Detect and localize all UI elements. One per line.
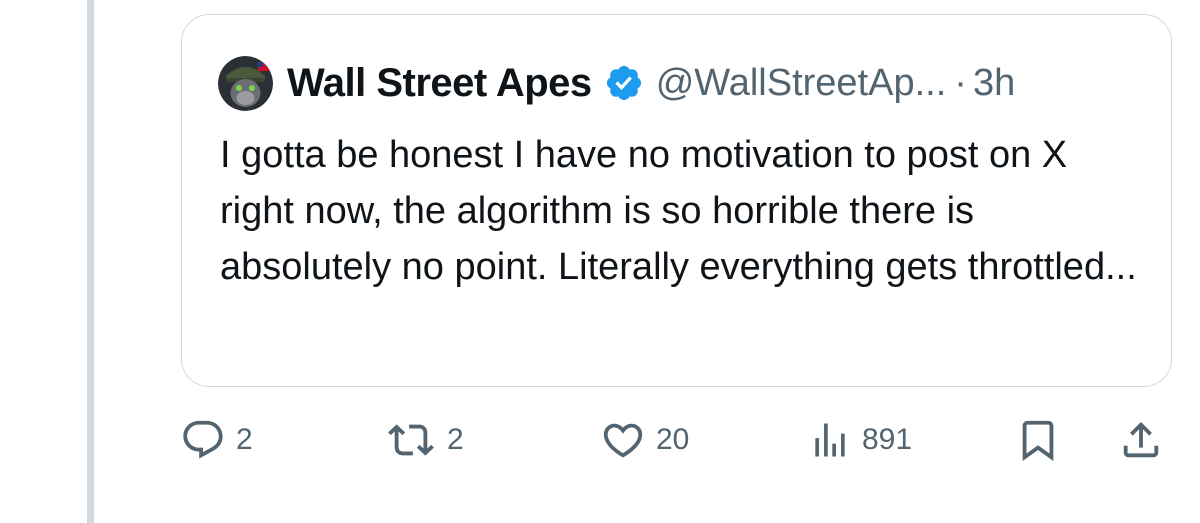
author-name[interactable]: Wall Street Apes [287,61,592,106]
separator-dot: · [954,61,967,104]
verified-badge-icon[interactable] [604,63,644,103]
quoted-tweet-card[interactable]: Wall Street Apes @WallStreetAp... · 3h I… [181,14,1172,387]
views-button[interactable]: 891 [808,410,912,470]
quoted-tweet-text: I gotta be honest I have no motivation t… [220,134,1137,288]
reply-icon [183,420,223,459]
bookmark-button[interactable] [1015,410,1061,470]
author-handle[interactable]: @WallStreetAp... [656,62,947,105]
reply-button[interactable]: 2 [180,410,253,470]
timestamp[interactable]: 3h [973,62,1015,105]
like-count: 20 [656,423,690,456]
repost-icon [388,424,434,456]
heart-icon [603,423,643,458]
like-button[interactable]: 20 [600,410,689,470]
avatar[interactable] [218,55,273,111]
share-button[interactable] [1118,410,1164,470]
reply-count: 2 [236,423,253,456]
view-count: 891 [862,423,913,456]
bookmark-icon [1022,420,1054,461]
ape-avatar-icon [218,55,273,111]
share-icon [1123,421,1159,458]
views-bar-chart-icon [815,423,845,457]
quoted-tweet-header: Wall Street Apes @WallStreetAp... · 3h [218,53,1015,113]
repost-count: 2 [447,423,464,456]
repost-button[interactable]: 2 [385,410,464,470]
tweet-action-bar: 2 2 20 891 [0,410,1200,470]
